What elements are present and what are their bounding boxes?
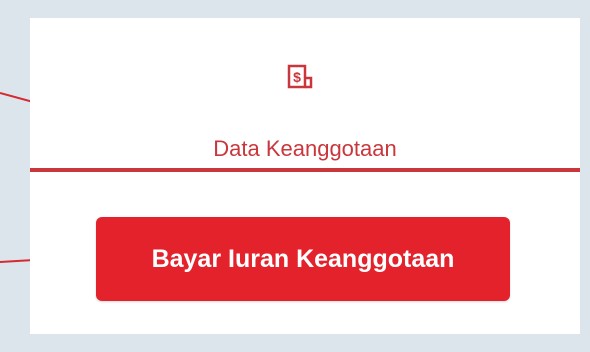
svg-text:$: $ [293, 69, 301, 85]
tab-active-underline [30, 168, 580, 172]
receipt-dollar-icon: $ [287, 64, 313, 89]
tab-data-keanggotaan[interactable]: $ Data Keanggotaan [30, 18, 580, 172]
membership-panel: $ Data Keanggotaan Bayar Iuran Keanggota… [30, 18, 580, 334]
tab-label: Data Keanggotaan [213, 136, 397, 161]
pay-membership-fee-button[interactable]: Bayar Iuran Keanggotaan [96, 217, 510, 301]
